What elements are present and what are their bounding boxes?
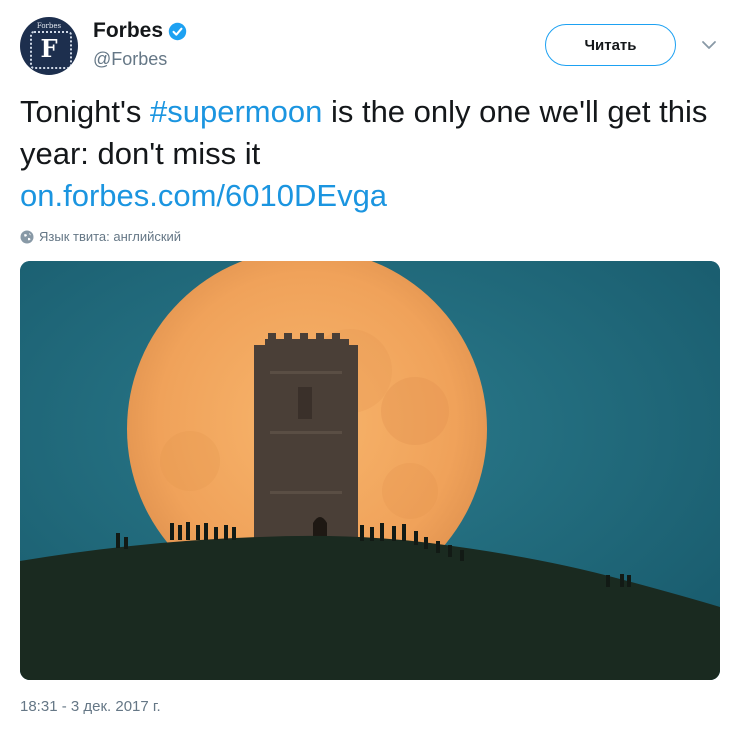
- tweet-text: Tonight's #supermoon is the only one we'…: [20, 91, 710, 217]
- avatar-wordmark: Forbes: [36, 22, 62, 30]
- supermoon-photo: [20, 261, 720, 680]
- author-name[interactable]: Forbes: [93, 19, 163, 43]
- follow-button[interactable]: Читать: [545, 24, 676, 66]
- language-note-text: Язык твита: английский: [39, 229, 182, 244]
- tweet-text-start: Tonight's: [20, 94, 150, 129]
- chevron-down-icon[interactable]: [700, 38, 718, 52]
- avatar[interactable]: Forbes F: [20, 17, 78, 75]
- hashtag-link[interactable]: #supermoon: [150, 94, 322, 129]
- tweet-photo[interactable]: [20, 261, 720, 680]
- language-note: Язык твита: английский: [20, 229, 181, 244]
- author-handle[interactable]: @Forbes: [93, 49, 167, 70]
- tweet-url-link[interactable]: on.forbes.com/6010DEvga: [20, 178, 387, 213]
- tweet-timestamp[interactable]: 18:31 - 3 дек. 2017 г.: [20, 698, 161, 715]
- verified-badge-icon: [168, 22, 187, 40]
- author-name-row[interactable]: Forbes: [93, 19, 187, 43]
- avatar-letter: F: [40, 34, 58, 63]
- globe-icon: [20, 230, 34, 243]
